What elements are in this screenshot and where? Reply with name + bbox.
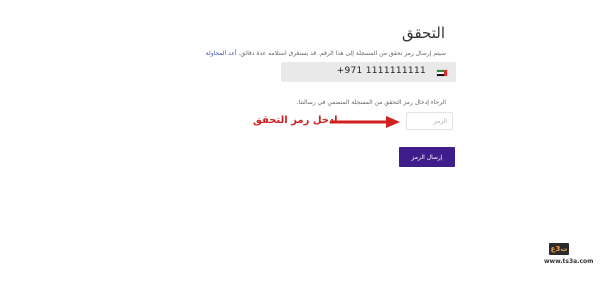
info-text: سيتم إرسال رمز تحقق من المسجلة إلى هذا ا… xyxy=(238,50,447,57)
annotation-label: ادخل رمز التحقق xyxy=(253,115,338,126)
watermark-url: www.ts3a.com xyxy=(544,258,594,265)
verification-code-input[interactable] xyxy=(406,112,453,130)
red-arrow-icon xyxy=(330,116,400,128)
send-code-button[interactable]: إرسال الرمز xyxy=(399,147,455,167)
site-logo: ت3ع xyxy=(549,243,569,255)
phone-number: +971 1111111111 xyxy=(336,66,426,76)
resend-link[interactable]: أعد المحاولة xyxy=(206,50,237,57)
page-title: التحقق xyxy=(401,24,445,43)
verification-info-text: سيتم إرسال رمز تحقق من المسجلة إلى هذا ا… xyxy=(146,50,446,57)
uae-flag-icon xyxy=(436,69,448,77)
phone-number-field: +971 1111111111 xyxy=(281,62,456,82)
code-instruction: الرجاء إدخال رمز التحقق من المسجلة المتض… xyxy=(296,99,446,106)
